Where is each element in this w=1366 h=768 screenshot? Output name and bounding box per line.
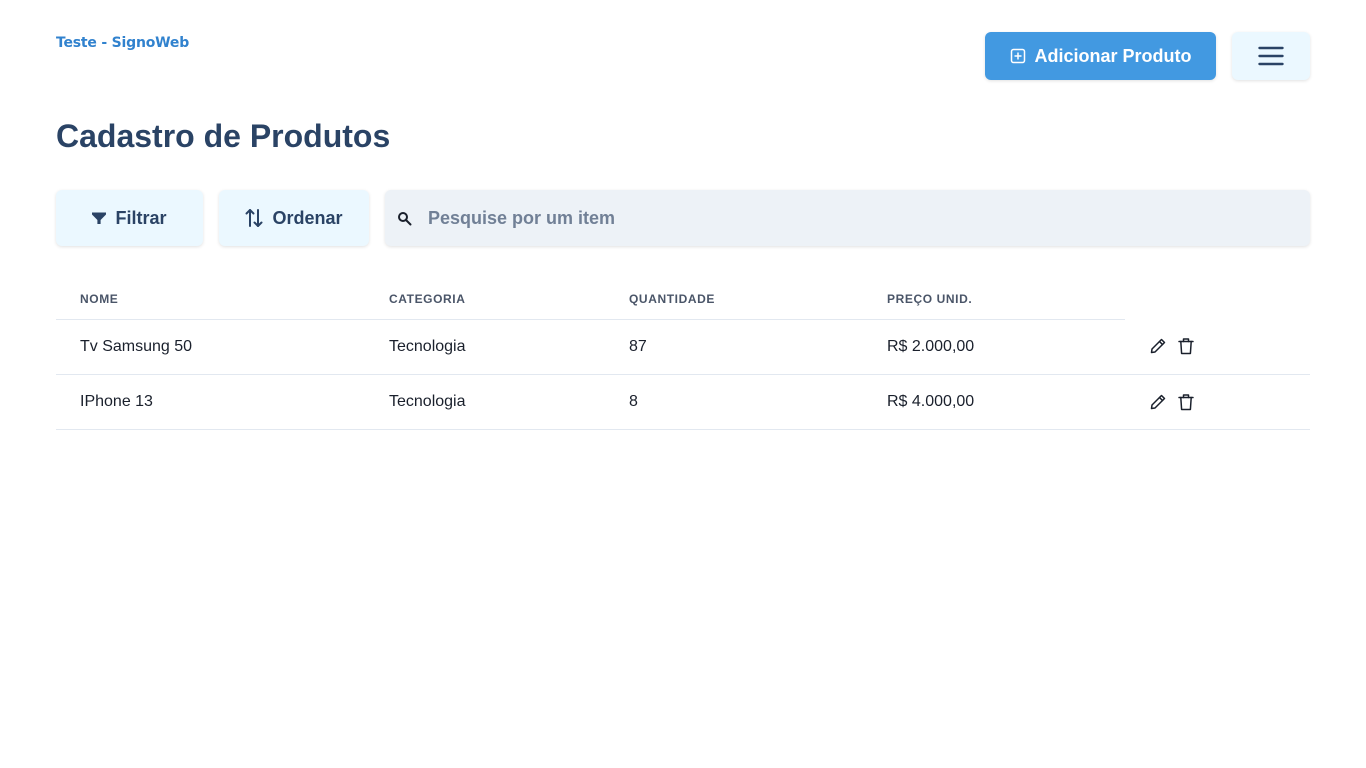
search-icon: [397, 210, 413, 226]
search-bar[interactable]: [385, 190, 1310, 246]
plus-square-icon: [1010, 48, 1026, 64]
edit-icon[interactable]: [1149, 337, 1167, 355]
cell-actions: [1125, 374, 1310, 430]
table-row: Tv Samsung 50 Tecnologia 87 R$ 2.000,00: [56, 319, 1310, 375]
column-header-actions: [1125, 279, 1310, 319]
cell-preco: R$ 2.000,00: [863, 319, 1125, 375]
cell-categoria: Tecnologia: [365, 374, 605, 430]
cell-nome: Tv Samsung 50: [56, 319, 365, 375]
column-header-nome[interactable]: NOME: [56, 279, 365, 320]
column-header-quantidade[interactable]: QUANTIDADE: [605, 279, 863, 320]
products-table: NOME CATEGORIA QUANTIDADE PREÇO UNID. Tv…: [56, 279, 1310, 430]
filter-button[interactable]: Filtrar: [56, 190, 203, 246]
cell-quantidade: 8: [605, 374, 863, 430]
sort-arrows-icon: [245, 208, 263, 228]
order-button[interactable]: Ordenar: [219, 190, 369, 246]
order-label: Ordenar: [272, 207, 343, 228]
search-input[interactable]: [428, 207, 1248, 229]
menu-button[interactable]: [1232, 32, 1310, 80]
cell-actions: [1125, 319, 1310, 375]
cell-nome: IPhone 13: [56, 374, 365, 430]
table-header-row: NOME CATEGORIA QUANTIDADE PREÇO UNID.: [56, 279, 1310, 320]
cell-categoria: Tecnologia: [365, 319, 605, 375]
add-product-button[interactable]: Adicionar Produto: [985, 32, 1216, 80]
filter-icon: [92, 211, 107, 225]
column-header-preco[interactable]: PREÇO UNID.: [863, 279, 1125, 320]
cell-quantidade: 87: [605, 319, 863, 375]
table-row: IPhone 13 Tecnologia 8 R$ 4.000,00: [56, 374, 1310, 430]
filter-label: Filtrar: [115, 207, 167, 228]
hamburger-menu-icon: [1258, 46, 1284, 66]
brand-logo-text[interactable]: Teste - SignoWeb: [56, 35, 189, 51]
page-title: Cadastro de Produtos: [56, 118, 391, 154]
trash-icon[interactable]: [1177, 393, 1195, 411]
edit-icon[interactable]: [1149, 393, 1167, 411]
column-header-categoria[interactable]: CATEGORIA: [365, 279, 605, 320]
add-product-label: Adicionar Produto: [1034, 45, 1192, 66]
cell-preco: R$ 4.000,00: [863, 374, 1125, 430]
trash-icon[interactable]: [1177, 337, 1195, 355]
